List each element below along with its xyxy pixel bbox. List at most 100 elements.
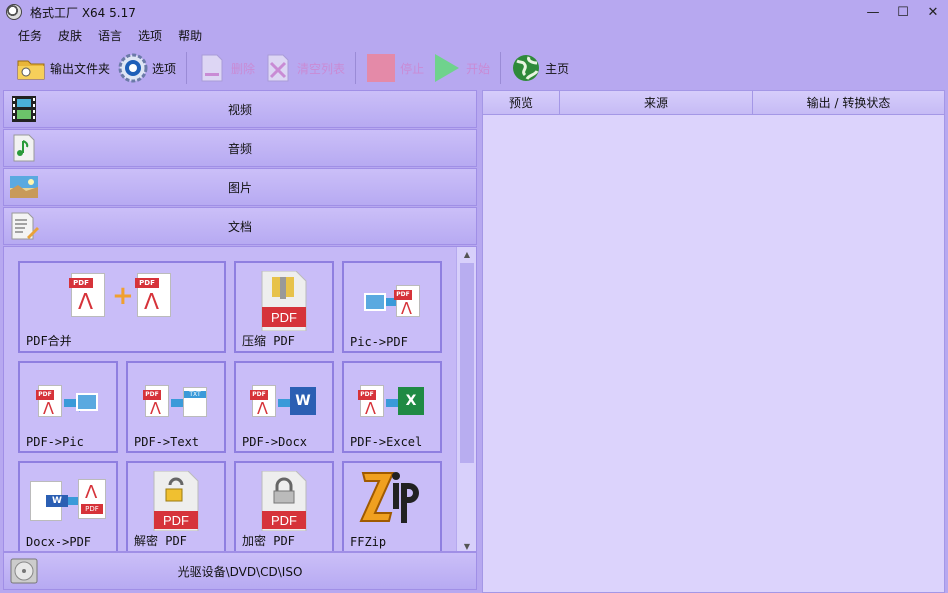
category-document-label: 文档 — [227, 219, 252, 234]
category-panel: 视频 音频 图片 文档 PDF ᐱ + PDF ᐱ PDF合并 PDF 压缩 P… — [3, 90, 477, 593]
menu-bar: 任务 皮肤 语言 选项 帮助 — [0, 24, 210, 46]
menu-task[interactable]: 任务 — [10, 27, 50, 44]
category-audio-label: 音频 — [227, 141, 252, 156]
folder-icon — [16, 53, 46, 83]
window-controls: — ☐ ✕ — [858, 0, 948, 24]
home-button[interactable]: 主页 — [507, 50, 573, 86]
close-button[interactable]: ✕ — [918, 0, 948, 24]
play-icon — [432, 53, 462, 83]
compress-pdf-icon: PDF — [260, 270, 308, 332]
options-label: 选项 — [152, 61, 177, 76]
pdf-to-pic-icon: PDF ᐱ — [36, 385, 98, 425]
scroll-up-arrow-icon[interactable]: ▲ — [457, 247, 476, 261]
landscape-photo-icon — [9, 172, 39, 202]
tile-compress-pdf[interactable]: PDF 压缩 PDF — [234, 261, 334, 353]
svg-text:PDF: PDF — [271, 513, 297, 528]
menu-language[interactable]: 语言 — [90, 27, 130, 44]
tile-encrypt-pdf-label: 加密 PDF — [242, 534, 295, 548]
task-list-panel[interactable]: 预览 来源 输出 / 转换状态 — [482, 90, 945, 593]
column-preview[interactable]: 预览 — [483, 91, 560, 114]
home-label: 主页 — [545, 61, 570, 76]
tile-pdf-merge[interactable]: PDF ᐱ + PDF ᐱ PDF合并 — [18, 261, 226, 353]
category-image-label: 图片 — [227, 180, 252, 195]
remove-label: 删除 — [231, 61, 256, 76]
gear-icon — [118, 53, 148, 83]
disc-drive-icon — [9, 556, 39, 586]
tile-decrypt-pdf[interactable]: PDF 解密 PDF — [126, 461, 226, 551]
output-folder-label: 输出文件夹 — [50, 61, 111, 76]
tile-pdf-to-docx-label: PDF->Docx — [242, 435, 308, 449]
menu-skin[interactable]: 皮肤 — [50, 27, 90, 44]
scrollbar-thumb[interactable] — [460, 263, 474, 463]
lock-pdf-icon: PDF — [260, 470, 308, 532]
window-title: 格式工厂 X64 5.17 — [30, 5, 136, 20]
start-button[interactable]: 开始 — [428, 50, 494, 86]
pdf-to-text-icon: PDF ᐱ TXT — [143, 385, 207, 425]
column-output-status[interactable]: 输出 / 转换状态 — [753, 91, 944, 114]
menu-help[interactable]: 帮助 — [170, 27, 210, 44]
category-document[interactable]: 文档 — [3, 207, 477, 245]
film-icon — [9, 94, 39, 124]
clear-list-label: 清空列表 — [297, 61, 346, 76]
pic-to-pdf-icon: PDF ᐱ — [364, 285, 420, 325]
toolbar-divider — [500, 52, 502, 84]
ffzip-logo-icon — [359, 467, 425, 529]
maximize-button[interactable]: ☐ — [888, 0, 918, 24]
tile-decrypt-pdf-label: 解密 PDF — [134, 534, 187, 548]
tile-pdf-to-docx[interactable]: PDF ᐱ W PDF->Docx — [234, 361, 334, 453]
pdf-merge-icon: PDF ᐱ + PDF ᐱ — [67, 271, 177, 321]
category-rom-label: 光驱设备\DVD\CD\ISO — [177, 564, 303, 579]
tile-pdf-to-text-label: PDF->Text — [134, 435, 200, 449]
document-tools-grid: PDF ᐱ + PDF ᐱ PDF合并 PDF 压缩 PDF PDF ᐱ Pic->P… — [3, 246, 477, 552]
pdf-to-docx-icon: PDF ᐱ W — [250, 385, 316, 425]
tile-pdf-to-text[interactable]: PDF ᐱ TXT PDF->Text — [126, 361, 226, 453]
column-source[interactable]: 来源 — [560, 91, 753, 114]
tile-encrypt-pdf[interactable]: PDF 加密 PDF — [234, 461, 334, 551]
toolbar-divider — [355, 52, 357, 84]
stop-icon — [366, 53, 396, 83]
globe-icon — [511, 53, 541, 83]
menu-options[interactable]: 选项 — [130, 27, 170, 44]
tile-ffzip-label: FFZip — [350, 535, 387, 549]
options-button[interactable]: 选项 — [114, 50, 180, 86]
category-audio[interactable]: 音频 — [3, 129, 477, 167]
category-image[interactable]: 图片 — [3, 168, 477, 206]
toolbar: 输出文件夹 选项 删除 清空列表 停止 开始 主页 — [0, 48, 948, 88]
tile-compress-pdf-label: 压缩 PDF — [242, 334, 295, 348]
pdf-to-excel-icon: PDF ᐱ X — [358, 385, 424, 425]
category-video-label: 视频 — [227, 102, 252, 117]
tile-ffzip[interactable]: FFZip — [342, 461, 442, 551]
toolbar-divider — [186, 52, 188, 84]
docx-to-pdf-icon: W ᐱ PDF — [30, 479, 106, 527]
remove-doc-icon — [197, 53, 227, 83]
remove-button[interactable]: 删除 — [193, 50, 259, 86]
tile-pdf-merge-label: PDF合并 — [26, 334, 72, 348]
title-bar: 格式工厂 X64 5.17 — ☐ ✕ — [0, 0, 948, 24]
svg-text:PDF: PDF — [271, 310, 297, 325]
output-folder-button[interactable]: 输出文件夹 — [12, 50, 114, 86]
unlock-pdf-icon: PDF — [152, 470, 200, 532]
clear-list-icon — [263, 53, 293, 83]
svg-text:PDF: PDF — [163, 513, 189, 528]
music-note-icon — [9, 133, 39, 163]
minimize-button[interactable]: — — [858, 0, 888, 24]
tile-docx-to-pdf-label: Docx->PDF — [26, 535, 92, 549]
tile-pic-to-pdf[interactable]: PDF ᐱ Pic->PDF — [342, 261, 442, 353]
category-video[interactable]: 视频 — [3, 90, 477, 128]
document-pencil-icon — [9, 211, 39, 241]
tile-pdf-to-pic[interactable]: PDF ᐱ PDF->Pic — [18, 361, 118, 453]
grid-scrollbar[interactable]: ▲ ▼ — [456, 247, 476, 551]
task-list-header: 预览 来源 输出 / 转换状态 — [483, 91, 944, 115]
stop-label: 停止 — [400, 61, 425, 76]
tile-pdf-to-pic-label: PDF->Pic — [26, 435, 84, 449]
clear-list-button[interactable]: 清空列表 — [259, 50, 349, 86]
app-logo-icon — [6, 4, 22, 20]
tile-pic-to-pdf-label: Pic->PDF — [350, 335, 408, 349]
tile-docx-to-pdf[interactable]: W ᐱ PDF Docx->PDF — [18, 461, 118, 551]
category-rom-device[interactable]: 光驱设备\DVD\CD\ISO — [3, 552, 477, 590]
tile-pdf-to-excel-label: PDF->Excel — [350, 435, 423, 449]
start-label: 开始 — [466, 61, 491, 76]
tile-pdf-to-excel[interactable]: PDF ᐱ X PDF->Excel — [342, 361, 442, 453]
scroll-down-arrow-icon[interactable]: ▼ — [457, 539, 476, 551]
stop-button[interactable]: 停止 — [362, 50, 428, 86]
